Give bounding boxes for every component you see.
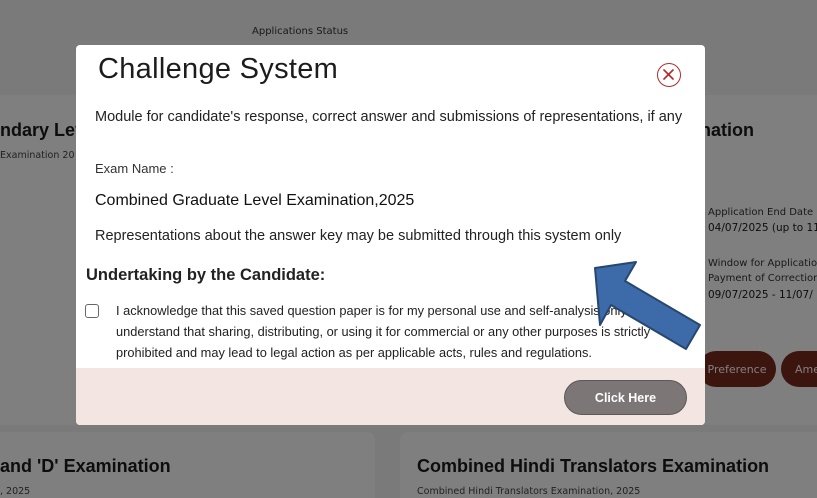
close-button[interactable] xyxy=(657,63,681,87)
close-circle-icon xyxy=(663,69,674,80)
exam-name-value: Combined Graduate Level Examination,2025 xyxy=(95,192,415,209)
challenge-system-modal: Challenge System Module for candidate's … xyxy=(76,45,705,425)
modal-title: Challenge System xyxy=(98,53,339,85)
acknowledgement-checkbox[interactable] xyxy=(85,304,99,318)
click-here-button[interactable]: Click Here xyxy=(564,380,687,415)
exam-name-label: Exam Name : xyxy=(95,161,174,176)
module-description: Module for candidate's response, correct… xyxy=(95,109,683,125)
representations-note: Representations about the answer key may… xyxy=(95,228,622,244)
modal-footer: Click Here xyxy=(76,368,705,425)
undertaking-heading: Undertaking by the Candidate: xyxy=(86,266,326,284)
acknowledgement-text: I acknowledge that this saved question p… xyxy=(116,303,651,360)
